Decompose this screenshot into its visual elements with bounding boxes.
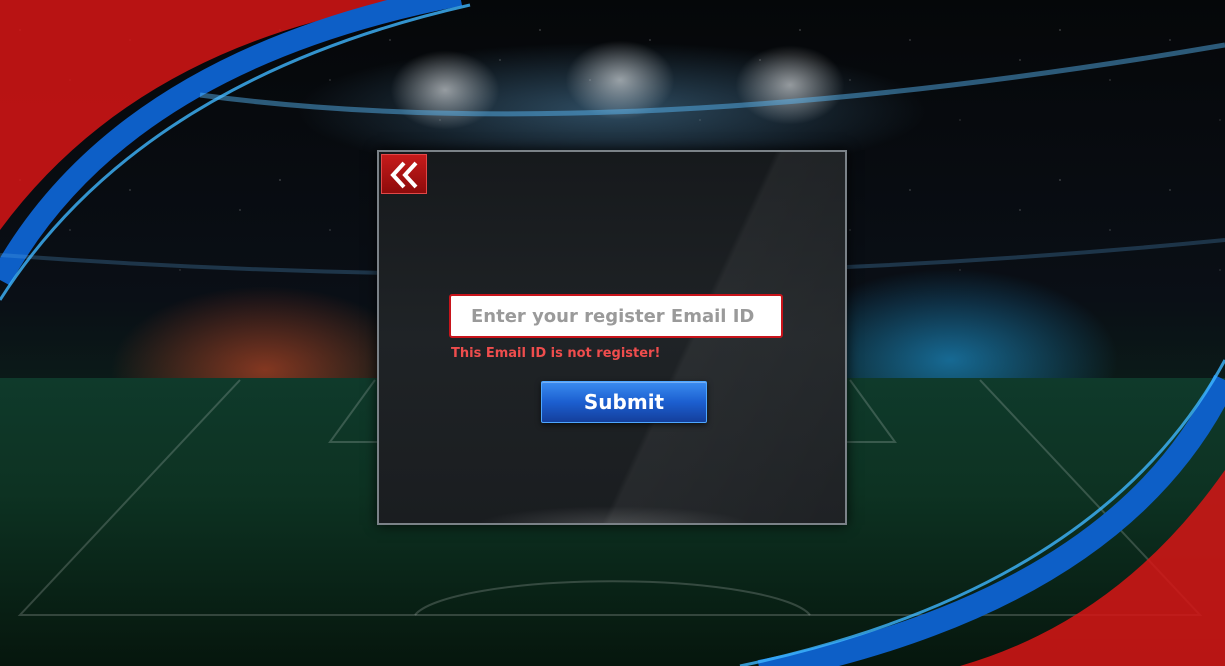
recover-email-dialog: This Email ID is not register! Submit <box>377 150 847 525</box>
back-button[interactable] <box>381 154 427 194</box>
email-input[interactable] <box>449 294 783 338</box>
center-circle <box>414 580 811 616</box>
submit-button[interactable]: Submit <box>541 381 707 423</box>
error-message: This Email ID is not register! <box>451 346 661 361</box>
double-chevron-left-icon <box>390 161 418 189</box>
stadium-light-arc <box>199 42 1225 117</box>
stadium-background: This Email ID is not register! Submit <box>0 0 1225 666</box>
